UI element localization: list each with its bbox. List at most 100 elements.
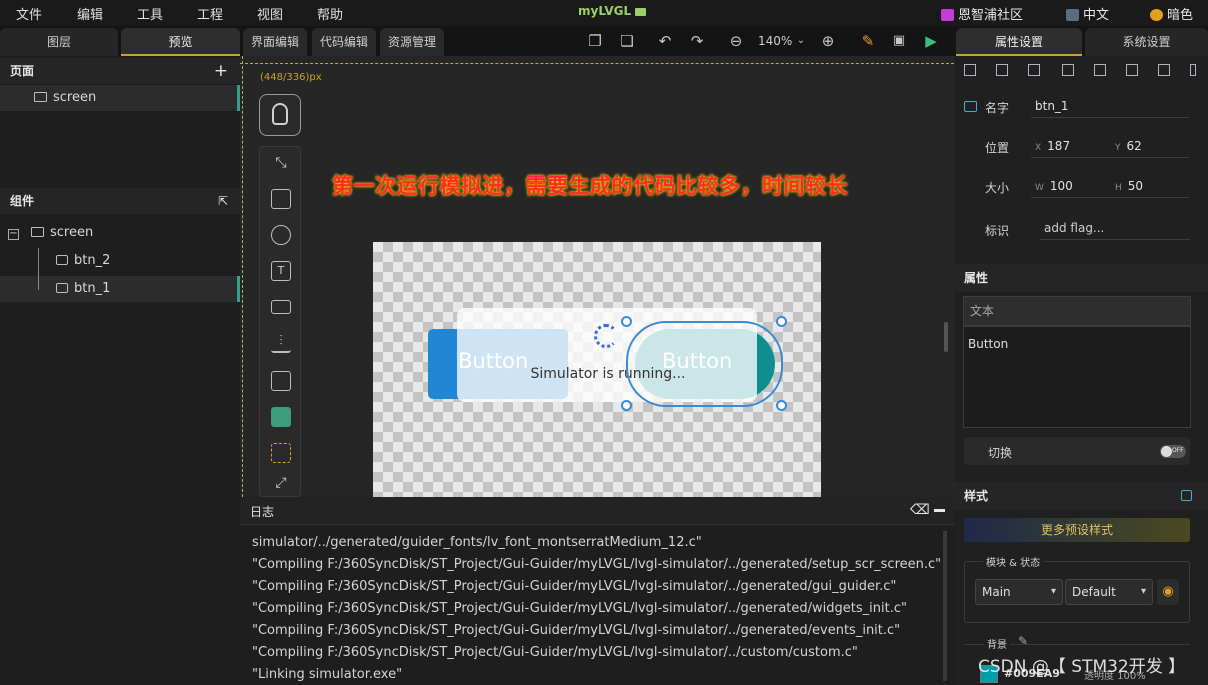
y-field[interactable]: Y 62 xyxy=(1111,134,1189,158)
state-select[interactable]: Default ▾ xyxy=(1065,579,1153,605)
menu-edit[interactable]: 编辑 xyxy=(77,4,103,23)
log-line: "Compiling F:/360SyncDisk/ST_Project/Gui… xyxy=(252,601,907,616)
resize-handle-bl[interactable] xyxy=(621,400,632,411)
imagebutton-tool-icon[interactable] xyxy=(271,225,291,245)
send-back-icon[interactable]: ❏ xyxy=(618,32,636,50)
screen-preview[interactable]: Button Button Simulator is running... xyxy=(373,242,821,497)
community-link[interactable]: 恩智浦社区 xyxy=(941,4,1023,23)
log-scrollbar[interactable] xyxy=(943,531,947,681)
chart-tool-icon[interactable]: ⫶ xyxy=(271,333,291,353)
tab-layers[interactable]: 图层 xyxy=(0,28,118,56)
tree-item-btn1[interactable]: btn_1 xyxy=(0,276,240,302)
tab-preview[interactable]: 预览 xyxy=(121,28,240,56)
right-tabbar: 属性设置 系统设置 xyxy=(954,26,1208,56)
chevron-down-icon[interactable]: ⌄ xyxy=(792,32,810,50)
width-field[interactable]: W 100 xyxy=(1031,174,1111,198)
zoom-in-icon[interactable]: ⊕ xyxy=(819,32,837,50)
csdn-watermark: CSDN @【 STM32开发 】 xyxy=(978,657,1186,677)
zoom-out-icon[interactable]: ⊖ xyxy=(727,32,745,50)
menu-tools[interactable]: 工具 xyxy=(137,4,163,23)
button-widget-tool-icon[interactable] xyxy=(271,189,291,209)
selection-frame[interactable] xyxy=(626,321,783,407)
widget-toolstrip: ⤡ T ⫶ ⤢ xyxy=(259,94,301,497)
eye-icon[interactable]: ◉ xyxy=(1157,579,1179,605)
design-canvas[interactable]: (448/336)px ⤡ T ⫶ ⤢ 第一次运行模拟进，需要生成的代码比较多，… xyxy=(240,56,954,497)
undo-icon[interactable]: ↶ xyxy=(656,32,674,50)
tab-resource-manager[interactable]: 资源管理 xyxy=(380,28,445,56)
more-preset-styles-button[interactable]: 更多预设样式 xyxy=(964,518,1190,542)
slider-tool-icon[interactable] xyxy=(271,407,291,427)
h-tag: H xyxy=(1115,183,1122,193)
distribute-h-icon[interactable] xyxy=(1158,64,1170,76)
menu-file[interactable]: 文件 xyxy=(16,4,42,23)
zoom-level[interactable]: 140% xyxy=(758,34,792,48)
y-value: 62 xyxy=(1126,139,1142,153)
generate-code-icon[interactable]: ▣ xyxy=(890,32,908,50)
expand-arrows-icon[interactable]: ⤢ xyxy=(271,475,291,495)
align-hcenter-icon[interactable] xyxy=(996,64,1008,76)
name-field[interactable]: btn_1 xyxy=(1031,94,1189,118)
external-link-icon[interactable]: ⇱ xyxy=(218,188,228,214)
align-left-icon[interactable] xyxy=(964,64,976,76)
minimize-icon[interactable] xyxy=(934,509,945,512)
part-select[interactable]: Main ▾ xyxy=(975,579,1063,605)
flag-label: 标识 xyxy=(985,224,1010,238)
toggle-switch[interactable]: OFF xyxy=(1160,445,1186,458)
language-switch[interactable]: 中文 xyxy=(1066,4,1109,23)
tab-system-settings[interactable]: 系统设置 xyxy=(1085,28,1208,56)
theme-switch[interactable]: 暗色 xyxy=(1150,4,1193,23)
components-header-label: 组件 xyxy=(10,194,35,208)
menu-project[interactable]: 工程 xyxy=(197,4,223,23)
clean-icon[interactable]: ✎ xyxy=(859,32,877,50)
x-value: 187 xyxy=(1047,139,1071,153)
add-flag-field[interactable]: add flag... xyxy=(1040,216,1190,240)
run-simulator-icon[interactable]: ▶ xyxy=(922,32,940,50)
tree-connector xyxy=(38,248,39,290)
align-right-icon[interactable] xyxy=(1028,64,1040,76)
save-style-icon[interactable] xyxy=(1181,490,1192,501)
menu-view[interactable]: 视图 xyxy=(257,4,283,23)
tab-properties[interactable]: 属性设置 xyxy=(956,28,1082,56)
add-page-icon[interactable]: + xyxy=(214,58,228,84)
log-line: "Compiling F:/360SyncDisk/ST_Project/Gui… xyxy=(252,645,858,660)
qrcode-tool-icon[interactable] xyxy=(271,443,291,463)
community-label: 恩智浦社区 xyxy=(958,8,1024,23)
redo-icon[interactable]: ↷ xyxy=(688,32,706,50)
y-tag: Y xyxy=(1115,143,1121,153)
w-value: 100 xyxy=(1049,179,1073,193)
tree-item-screen[interactable]: − screen xyxy=(0,220,240,246)
label-tool-icon[interactable]: T xyxy=(271,261,291,281)
right-panel: 属性设置 系统设置 名字 btn_1 位置 X 187 Y 62 大小 W 100 H… xyxy=(954,26,1208,685)
text-input[interactable]: Button xyxy=(963,326,1191,428)
image-tool-icon[interactable] xyxy=(271,371,291,391)
pointer-tool[interactable] xyxy=(259,94,301,136)
distribute-v-icon[interactable] xyxy=(1190,64,1196,76)
collapse-arrows-icon[interactable]: ⤡ xyxy=(271,155,291,175)
height-field[interactable]: H 50 xyxy=(1111,174,1189,198)
collapse-icon[interactable]: − xyxy=(8,229,19,240)
resize-handle-tl[interactable] xyxy=(621,316,632,327)
eraser-icon[interactable]: ⌫ xyxy=(910,502,930,518)
h-value: 50 xyxy=(1127,179,1144,193)
hand-pointer-icon xyxy=(272,103,288,125)
menu-help[interactable]: 帮助 xyxy=(317,4,343,23)
theme-label: 暗色 xyxy=(1167,8,1194,23)
toggle-label: 切换 xyxy=(988,446,1013,460)
page-item-screen[interactable]: screen xyxy=(0,85,240,111)
tree-item-btn2[interactable]: btn_2 xyxy=(0,248,240,274)
align-vcenter-icon[interactable] xyxy=(1094,64,1106,76)
log-line: "Compiling F:/360SyncDisk/ST_Project/Gui… xyxy=(252,623,901,638)
resize-handle-tr[interactable] xyxy=(776,316,787,327)
align-bottom-icon[interactable] xyxy=(1126,64,1138,76)
size-label: 大小 xyxy=(985,181,1010,195)
bring-front-icon[interactable]: ❐ xyxy=(586,32,604,50)
resize-handle-br[interactable] xyxy=(776,400,787,411)
tab-ui-editor[interactable]: 界面编辑 xyxy=(243,28,308,56)
align-top-icon[interactable] xyxy=(1062,64,1074,76)
textarea-tool-icon[interactable] xyxy=(271,300,291,314)
ruler-vertical xyxy=(240,56,243,497)
canvas-scrollbar[interactable] xyxy=(944,322,948,352)
tab-code-editor[interactable]: 代码编辑 xyxy=(312,28,377,56)
chevron-down-icon: ▾ xyxy=(1050,586,1056,597)
x-field[interactable]: X 187 xyxy=(1031,134,1111,158)
